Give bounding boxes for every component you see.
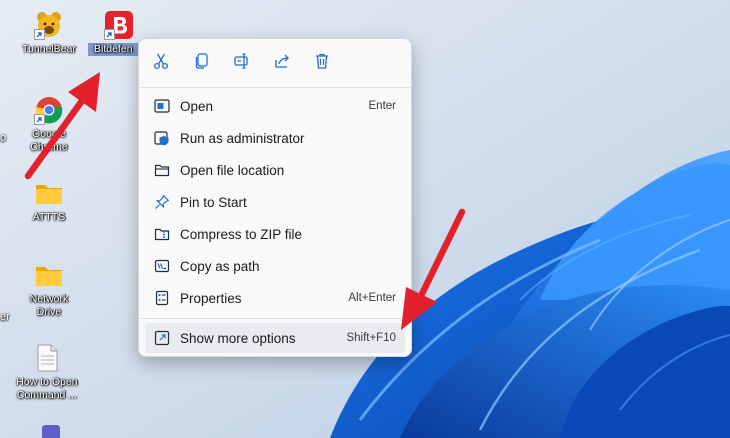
- menu-item-label: Compress to ZIP file: [180, 226, 303, 242]
- open-app-icon: [152, 96, 172, 116]
- rename-icon: [233, 52, 251, 75]
- desktop-icon-folder-network[interactable]: Network Drive: [18, 260, 80, 319]
- shortcut-arrow-icon: [34, 114, 45, 125]
- menu-item-label: Properties: [180, 290, 242, 306]
- properties-icon: [152, 288, 172, 308]
- bitdefender-icon: [104, 10, 134, 40]
- menu-separator: [139, 318, 411, 319]
- menu-item-properties[interactable]: Properties Alt+Enter: [145, 283, 405, 313]
- delete-button[interactable]: [310, 51, 334, 75]
- menu-item-copy-as-path[interactable]: Copy as path: [145, 251, 405, 281]
- document-icon: [32, 343, 62, 373]
- scissors-icon: [152, 52, 170, 75]
- shortcut-arrow-icon: [34, 29, 45, 40]
- desktop-icon-label: Network Drive: [29, 293, 69, 318]
- menu-item-label: Open: [180, 98, 214, 114]
- context-menu: Open Enter Run as administrator Open fil…: [138, 38, 412, 357]
- folder-icon: [34, 260, 64, 290]
- desktop-icon-label: ATTTS: [32, 211, 66, 223]
- menu-item-label: Open file location: [180, 162, 285, 178]
- desktop-icon-label: Google Chrome: [30, 128, 68, 153]
- offscreen-label-fragment: er: [0, 311, 10, 323]
- cut-button[interactable]: [149, 51, 173, 75]
- menu-item-label: Copy as path: [180, 258, 260, 274]
- shield-admin-icon: [152, 128, 172, 148]
- desktop-icon-document[interactable]: How to Open Command ...: [16, 343, 78, 402]
- menu-item-shortcut: Shift+F10: [346, 332, 396, 344]
- bear-icon: [34, 10, 64, 40]
- desktop-icon-teams[interactable]: [20, 423, 82, 438]
- desktop[interactable]: TunnelBear Bitdefen Google Chrome ATTTS …: [0, 0, 730, 438]
- menu-item-label: Pin to Start: [180, 194, 247, 210]
- menu-item-shortcut: Alt+Enter: [348, 292, 396, 304]
- quick-action-bar: [139, 39, 411, 87]
- pin-icon: [152, 192, 172, 212]
- show-more-icon: [152, 328, 172, 348]
- menu-item-show-more-options[interactable]: Show more options Shift+F10: [145, 323, 405, 353]
- folder-outline-icon: [152, 160, 172, 180]
- teams-icon: [36, 423, 66, 438]
- shortcut-arrow-icon: [104, 29, 115, 40]
- zip-icon: [152, 224, 172, 244]
- desktop-icon-chrome[interactable]: Google Chrome: [18, 95, 80, 154]
- copy-path-icon: [152, 256, 172, 276]
- copy-button[interactable]: [190, 51, 214, 75]
- desktop-icon-label: How to Open Command ...: [16, 376, 78, 401]
- trash-icon: [313, 52, 331, 75]
- menu-item-open-file-location[interactable]: Open file location: [145, 155, 405, 185]
- menu-item-compress-to-zip[interactable]: Compress to ZIP file: [145, 219, 405, 249]
- share-icon: [273, 52, 291, 75]
- share-button[interactable]: [270, 51, 294, 75]
- menu-item-pin-to-start[interactable]: Pin to Start: [145, 187, 405, 217]
- menu-item-shortcut: Enter: [368, 100, 397, 112]
- desktop-icon-folder-attts[interactable]: ATTTS: [18, 178, 80, 224]
- menu-item-open[interactable]: Open Enter: [145, 91, 405, 121]
- folder-icon: [34, 178, 64, 208]
- desktop-icon-label: TunnelBear: [22, 43, 76, 55]
- menu-item-label: Show more options: [180, 330, 296, 346]
- offscreen-label-fragment: o: [0, 132, 7, 144]
- chrome-icon: [34, 95, 64, 125]
- copy-icon: [193, 52, 211, 75]
- desktop-icon-tunnelbear[interactable]: TunnelBear: [18, 10, 80, 56]
- menu-separator: [139, 87, 411, 88]
- rename-button[interactable]: [230, 51, 254, 75]
- menu-item-run-as-administrator[interactable]: Run as administrator: [145, 123, 405, 153]
- menu-item-label: Run as administrator: [180, 130, 305, 146]
